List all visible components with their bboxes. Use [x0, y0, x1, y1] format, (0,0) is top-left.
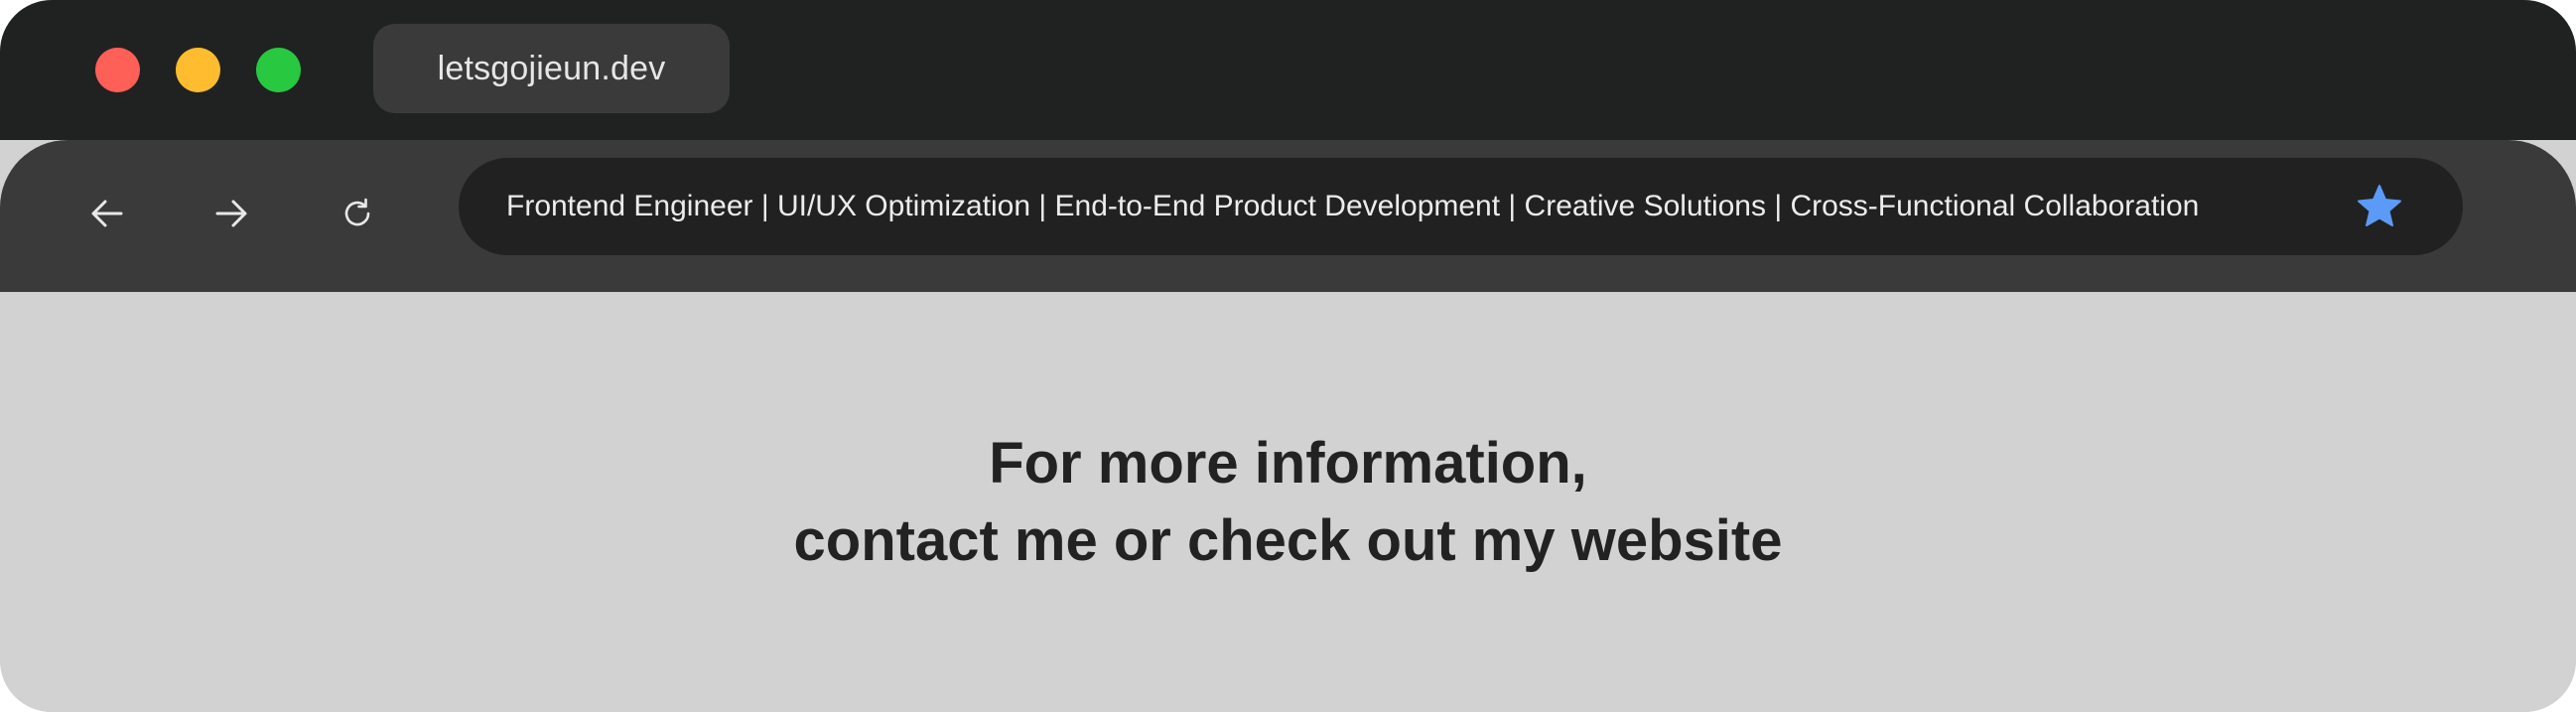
page-content: For more information, contact me or chec… — [0, 292, 2576, 712]
maximize-window-button[interactable] — [256, 48, 301, 92]
star-icon — [2358, 185, 2401, 226]
minimize-window-button[interactable] — [176, 48, 220, 92]
browser-tab[interactable]: letsgojieun.dev — [373, 24, 730, 113]
message-line-2: contact me or check out my website — [793, 508, 1783, 573]
tab-title: letsgojieun.dev — [437, 49, 666, 87]
browser-window: letsgojieun.dev Frontend Engineer | UI/U… — [0, 0, 2576, 712]
address-bar[interactable]: Frontend Engineer | UI/UX Optimization |… — [459, 158, 2463, 255]
bookmark-button[interactable] — [2355, 182, 2404, 231]
address-bar-text: Frontend Engineer | UI/UX Optimization |… — [506, 190, 2200, 222]
arrow-left-icon — [91, 200, 123, 227]
title-bar: letsgojieun.dev — [0, 0, 2576, 140]
arrow-right-icon — [215, 200, 247, 227]
contact-message: For more information, contact me or chec… — [0, 425, 2576, 580]
close-window-button[interactable] — [95, 48, 140, 92]
forward-button[interactable] — [202, 184, 261, 243]
browser-toolbar: Frontend Engineer | UI/UX Optimization |… — [0, 140, 2576, 292]
reload-icon — [344, 198, 370, 226]
reload-button[interactable] — [328, 184, 387, 243]
back-button[interactable] — [77, 184, 137, 243]
message-line-1: For more information, — [989, 431, 1587, 496]
